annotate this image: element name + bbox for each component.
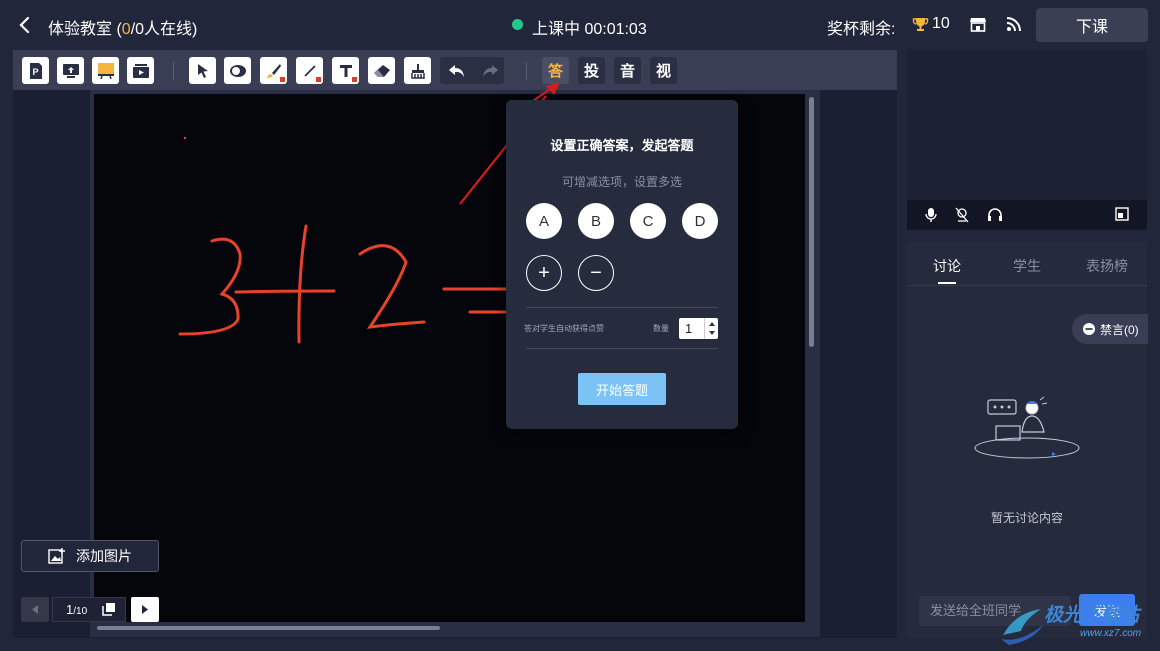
brush-tool[interactable] xyxy=(260,57,287,84)
remove-option-button[interactable]: − xyxy=(578,255,614,291)
eraser-icon xyxy=(373,64,390,77)
quantity-label: 数量 xyxy=(653,324,669,333)
divider xyxy=(907,285,1147,286)
toolbar-separator xyxy=(526,62,527,80)
room-name: 体验教室 xyxy=(48,21,113,38)
whiteboard-button[interactable] xyxy=(92,57,119,84)
live-status-dot xyxy=(512,19,523,30)
add-image-label: 添加图片 xyxy=(76,548,132,564)
prev-page-button[interactable] xyxy=(21,597,49,622)
room-title: 体验教室 (0/0人在线) xyxy=(48,21,198,38)
undo-button[interactable] xyxy=(443,57,470,84)
trophy-icon xyxy=(912,16,929,33)
chevron-left-icon xyxy=(19,16,30,34)
ppt-button[interactable]: P xyxy=(22,57,49,84)
picture-in-picture-icon[interactable] xyxy=(1115,207,1129,221)
tab-discussion[interactable]: 讨论 xyxy=(933,256,961,276)
copy-page-icon[interactable] xyxy=(102,602,116,616)
undo-icon xyxy=(448,64,464,77)
option-b[interactable]: B xyxy=(578,203,614,239)
upload-screen-icon xyxy=(62,63,79,78)
horizontal-scrollbar[interactable] xyxy=(97,626,440,630)
divider xyxy=(526,348,718,349)
redo-button[interactable] xyxy=(476,57,503,84)
redo-icon xyxy=(482,64,498,77)
audio-button[interactable]: 音 xyxy=(614,57,641,84)
add-image-icon xyxy=(48,547,66,565)
store-icon[interactable] xyxy=(969,15,987,33)
text-icon xyxy=(339,64,352,77)
laser-pointer-icon xyxy=(229,64,246,77)
upload-button[interactable] xyxy=(57,57,84,84)
watermark-text: 极光下载站 xyxy=(1044,605,1140,626)
video-button[interactable]: 视 xyxy=(650,57,677,84)
page-number: 1/10 xyxy=(66,602,88,617)
empty-chat-illustration xyxy=(972,392,1082,464)
mute-all-button[interactable]: 禁言(0) xyxy=(1072,314,1148,344)
class-timer: 上课中 00:01:03 xyxy=(532,21,647,38)
chat-mute-icon xyxy=(1083,323,1095,335)
headset-icon[interactable] xyxy=(987,207,1003,223)
triangle-left-icon xyxy=(32,605,38,614)
vertical-scrollbar[interactable] xyxy=(809,97,814,347)
popup-subtitle: 可增减选项，设置多选 xyxy=(561,175,682,189)
eraser-tool[interactable] xyxy=(368,57,395,84)
whiteboard-icon xyxy=(97,63,114,79)
vote-button[interactable]: 投 xyxy=(578,57,605,84)
add-image-button[interactable]: 添加图片 xyxy=(21,540,159,572)
mute-label: 禁言(0) xyxy=(1100,322,1139,337)
active-tab-indicator xyxy=(938,282,956,284)
end-class-button[interactable]: 下课 xyxy=(1036,8,1148,42)
rss-icon[interactable] xyxy=(1006,16,1022,32)
watermark-url: www.xz7.com xyxy=(1080,628,1142,639)
cup-remaining-label: 奖杯剩余: xyxy=(827,21,896,38)
camera-off-icon[interactable] xyxy=(955,207,969,223)
text-tool[interactable] xyxy=(332,57,359,84)
option-a[interactable]: A xyxy=(526,203,562,239)
select-tool[interactable] xyxy=(189,57,216,84)
next-page-button[interactable] xyxy=(131,597,159,622)
start-answer-button[interactable]: 开始答题 xyxy=(578,373,666,405)
line-color-swatch xyxy=(316,77,321,82)
video-controls xyxy=(907,200,1147,230)
online-count: 0 xyxy=(121,21,131,38)
whiteboard-toolbar: P 答 投 音 视 xyxy=(13,50,897,90)
empty-chat-text: 暂无讨论内容 xyxy=(990,511,1063,525)
back-button[interactable] xyxy=(14,14,36,36)
brush-color-swatch xyxy=(280,77,285,82)
ppt-icon: P xyxy=(29,62,42,79)
divider xyxy=(526,307,718,308)
broom-icon xyxy=(410,63,425,79)
cup-count: 10 xyxy=(932,15,950,32)
reward-label: 答对学生自动获得点赞 xyxy=(524,324,604,333)
toolbar-separator xyxy=(173,62,174,80)
microphone-icon[interactable] xyxy=(925,207,937,223)
laser-pointer-tool[interactable] xyxy=(224,57,251,84)
option-c[interactable]: C xyxy=(630,203,666,239)
quantity-spin-buttons[interactable] xyxy=(704,318,718,339)
media-library-icon xyxy=(132,63,149,78)
media-button[interactable] xyxy=(127,57,154,84)
triangle-right-icon xyxy=(142,605,148,614)
spin-arrows-icon xyxy=(709,322,715,335)
text-color-swatch xyxy=(352,77,357,82)
tab-praise-list[interactable]: 表扬榜 xyxy=(1086,256,1128,276)
answer-setup-popup: 设置正确答案，发起答题 可增减选项，设置多选 A B C D + − 答对学生自… xyxy=(506,100,738,429)
option-d[interactable]: D xyxy=(682,203,718,239)
add-option-button[interactable]: + xyxy=(526,255,562,291)
line-icon xyxy=(303,64,316,77)
tab-students[interactable]: 学生 xyxy=(1013,256,1041,276)
popup-title: 设置正确答案，发起答题 xyxy=(550,138,694,153)
svg-text:P: P xyxy=(32,67,38,77)
clear-tool[interactable] xyxy=(404,57,431,84)
cursor-arrow-icon xyxy=(197,63,208,78)
line-tool[interactable] xyxy=(296,57,323,84)
